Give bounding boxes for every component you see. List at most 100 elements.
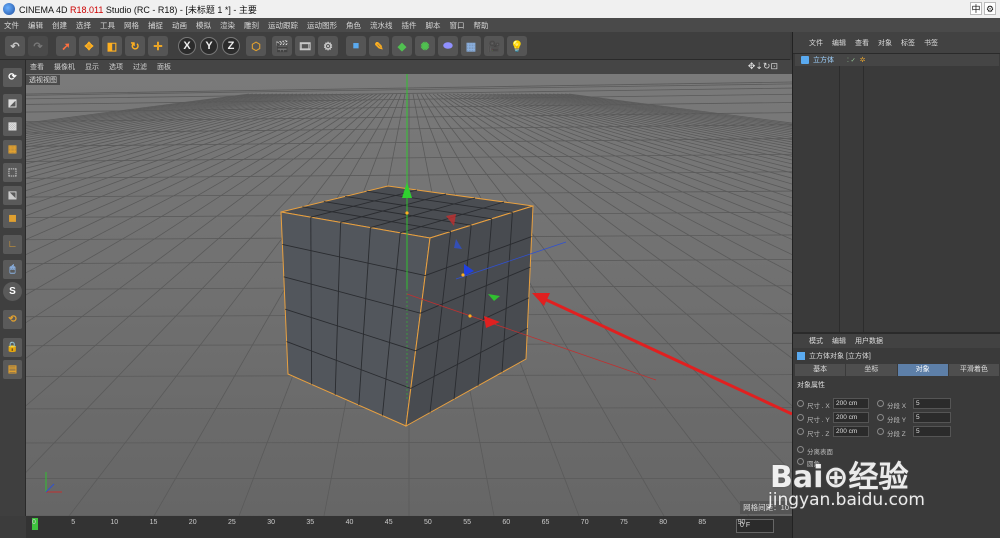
timeline-tick-label: 20	[188, 519, 197, 526]
camera-icon[interactable]: 🎥	[484, 36, 504, 56]
menu-item-0[interactable]: 文件	[4, 20, 19, 31]
object-manager-menu-item-2[interactable]: 查看	[855, 38, 869, 48]
attribute-tab-1[interactable]: 坐标	[846, 364, 897, 376]
model-mode-icon[interactable]: ◩	[3, 94, 22, 113]
workplane-mode-icon[interactable]: ▦	[3, 140, 22, 159]
workplane-icon[interactable]: ⟲	[3, 310, 22, 329]
menu-item-9[interactable]: 渲染	[220, 20, 235, 31]
viewport-label: 透视视图	[26, 75, 60, 85]
points-mode-icon[interactable]: ⬚	[3, 163, 22, 182]
menu-item-14[interactable]: 流水线	[370, 20, 393, 31]
edges-mode-icon[interactable]: ⬕	[3, 186, 22, 205]
menu-item-17[interactable]: 窗口	[450, 20, 465, 31]
menu-item-5[interactable]: 网格	[124, 20, 139, 31]
cube-object-icon[interactable]: ■	[346, 36, 366, 56]
redo-icon[interactable]: ↷	[28, 36, 48, 56]
perspective-viewport[interactable]: 透视视图 网格间距：10	[26, 74, 792, 516]
object-manager-menu-item-0[interactable]: 文件	[809, 38, 823, 48]
menu-item-12[interactable]: 运动图形	[307, 20, 337, 31]
timeline-tick-label: 55	[463, 519, 471, 526]
attribute-tab-2[interactable]: 对象	[897, 364, 948, 376]
viewport-menu-item-2[interactable]: 显示	[85, 62, 99, 72]
move-tool-icon[interactable]: ✥	[79, 36, 99, 56]
edit-render-settings-icon[interactable]: ⚙	[318, 36, 338, 56]
size-segments-row: 尺寸 . X 200 cm 分段 X 5	[795, 398, 999, 410]
viewport-menu-item-1[interactable]: 摄像机	[54, 62, 75, 72]
planar-workplane-icon[interactable]: ▤	[3, 360, 22, 379]
menu-item-2[interactable]: 创建	[52, 20, 67, 31]
make-editable-icon[interactable]: ⟳	[3, 68, 22, 87]
animate-radio-icon[interactable]	[877, 414, 884, 421]
object-manager-menu-item-4[interactable]: 标签	[901, 38, 915, 48]
visibility-dots-icon[interactable]: ⁚ ✓	[847, 57, 856, 64]
attribute-manager-menu: 模式 编辑 用户数据	[793, 334, 1000, 348]
attribute-tab-3[interactable]: 平滑着色	[948, 364, 999, 376]
viewport-menu-bar: 查看 摄像机 显示 选项 过滤 面板 ✥⇣↻⊡	[26, 60, 792, 74]
size-input[interactable]: 200 cm	[833, 412, 869, 423]
pen-spline-icon[interactable]: ✎	[369, 36, 389, 56]
menu-item-3[interactable]: 选择	[76, 20, 91, 31]
viewport-menu-item-5[interactable]: 面板	[157, 62, 171, 72]
viewport-menu-item-0[interactable]: 查看	[30, 62, 44, 72]
timeline-tick-label: 40	[345, 519, 354, 526]
timeline[interactable]: 0 F 0 5 10 15 20 25 30 35 40 45 50 55 60 65 70 75 80 85 90	[26, 516, 792, 538]
polygons-mode-icon[interactable]: ◼	[3, 209, 22, 228]
menu-item-11[interactable]: 运动跟踪	[268, 20, 298, 31]
scale-tool-icon[interactable]: ◧	[102, 36, 122, 56]
settings-icon[interactable]: ⚙	[984, 2, 996, 15]
lock-workplane-icon[interactable]: 🔒	[3, 338, 22, 357]
cube-object-icon	[801, 56, 809, 64]
cinema4d-logo-icon	[3, 3, 15, 15]
menu-item-4[interactable]: 工具	[100, 20, 115, 31]
render-picture-viewer-icon[interactable]: 🎞	[295, 36, 315, 56]
phong-tag-icon[interactable]: ✲	[860, 56, 866, 64]
object-manager-menu-item-3[interactable]: 对象	[878, 38, 892, 48]
deformer-icon[interactable]: ⬬	[438, 36, 458, 56]
viewport-menu-item-4[interactable]: 过滤	[133, 62, 147, 72]
animate-radio-icon[interactable]	[797, 400, 804, 407]
object-manager-menu-item-1[interactable]: 编辑	[832, 38, 846, 48]
viewport-menu-item-3[interactable]: 选项	[109, 62, 123, 72]
segments-input[interactable]: 5	[913, 398, 951, 409]
menu-item-8[interactable]: 模拟	[196, 20, 211, 31]
menu-item-18[interactable]: 帮助	[474, 20, 489, 31]
object-manager-menu-item-5[interactable]: 书签	[924, 38, 938, 48]
floor-icon[interactable]: ▦	[461, 36, 481, 56]
size-input[interactable]: 200 cm	[833, 398, 869, 409]
z-axis-button[interactable]: Z	[222, 37, 240, 55]
object-row-cube[interactable]: 立方体 ⁚ ✓ ✲	[795, 54, 999, 66]
attribute-manager-menu-item-1[interactable]: 编辑	[832, 336, 846, 346]
rotate-tool-icon[interactable]: ↻	[125, 36, 145, 56]
window-title: CINEMA 4D R18.011 Studio (RC - R18) - [未…	[19, 3, 257, 16]
attribute-tab-0[interactable]: 基本	[795, 364, 846, 376]
attribute-manager-menu-item-0[interactable]: 模式	[809, 336, 823, 346]
viewport-navigation-icons[interactable]: ✥⇣↻⊡	[748, 61, 778, 72]
render-view-icon[interactable]: 🎬	[272, 36, 292, 56]
menu-item-16[interactable]: 脚本	[426, 20, 441, 31]
segments-input[interactable]: 5	[913, 412, 951, 423]
menu-item-13[interactable]: 角色	[346, 20, 361, 31]
menu-item-10[interactable]: 雕刻	[244, 20, 259, 31]
coordinate-system-icon[interactable]: ⬡	[246, 36, 266, 56]
select-tool-icon[interactable]: ➚	[56, 36, 76, 56]
animate-radio-icon[interactable]	[797, 414, 804, 421]
ime-indicator[interactable]: 中	[970, 2, 982, 15]
axis-mode-icon[interactable]: ∟	[3, 235, 22, 254]
x-axis-button[interactable]: X	[178, 37, 196, 55]
texture-mode-icon[interactable]: ▩	[3, 117, 22, 136]
snap-icon[interactable]: S	[3, 282, 22, 301]
subdivision-surface-icon[interactable]: ◆	[392, 36, 412, 56]
array-icon[interactable]: ✺	[415, 36, 435, 56]
object-name[interactable]: 立方体	[813, 55, 847, 65]
animate-radio-icon[interactable]	[877, 400, 884, 407]
menu-item-15[interactable]: 插件	[402, 20, 417, 31]
menu-item-1[interactable]: 编辑	[28, 20, 43, 31]
menu-item-6[interactable]: 捕捉	[148, 20, 163, 31]
light-icon[interactable]: 💡	[507, 36, 527, 56]
add-tool-icon[interactable]: ✛	[148, 36, 168, 56]
menu-item-7[interactable]: 动画	[172, 20, 187, 31]
undo-icon[interactable]: ↶	[5, 36, 25, 56]
attribute-manager-menu-item-2[interactable]: 用户数据	[855, 336, 883, 346]
tweak-mode-icon[interactable]: 🖱	[3, 260, 22, 279]
y-axis-button[interactable]: Y	[200, 37, 218, 55]
